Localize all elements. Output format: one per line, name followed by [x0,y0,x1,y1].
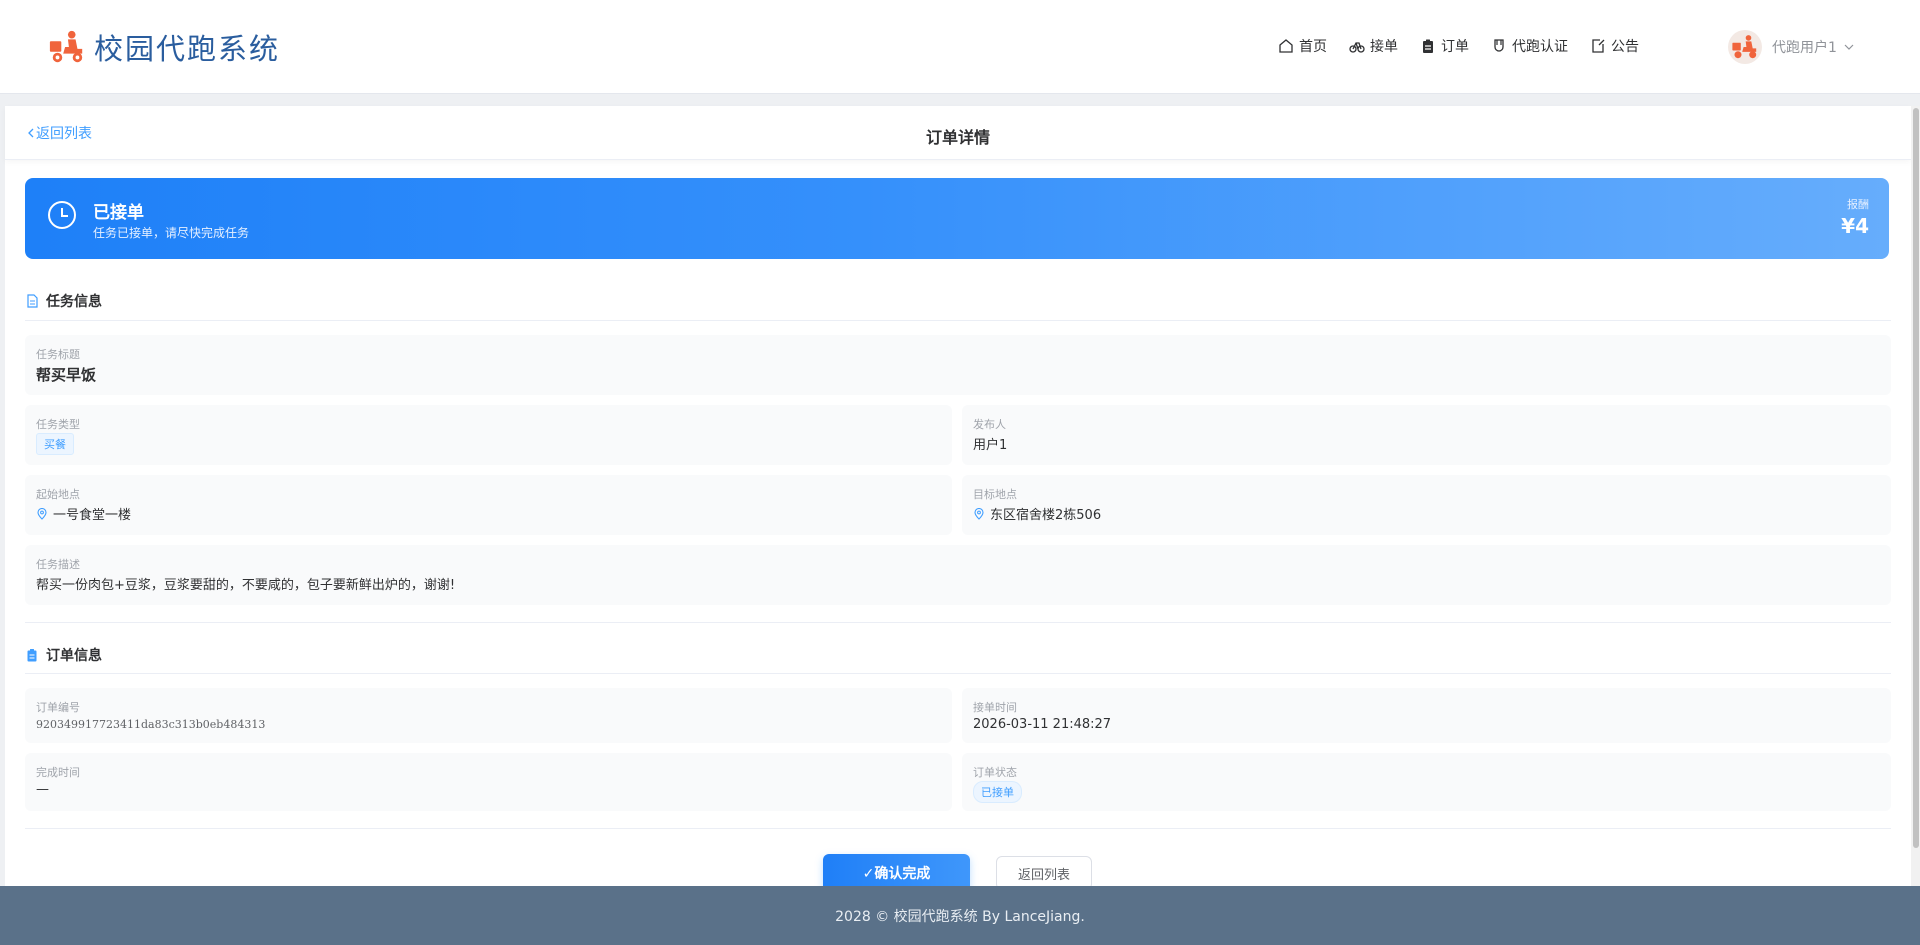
task-description-field: 任务描述 帮买一份肉包+豆浆，豆浆要甜的，不要咸的，包子要新鲜出炉的，谢谢! [25,545,1891,605]
clipboard-icon [27,649,37,662]
divider [25,320,1891,321]
document-icon [27,294,38,308]
home-icon [1279,39,1293,53]
start-location-text: 一号食堂一楼 [53,508,132,523]
task-type-value: 买餐 [36,433,74,455]
bike-icon [1349,42,1365,53]
start-location-field: 起始地点 一号食堂一楼 [25,475,952,535]
nav-label: 订单 [1441,39,1469,55]
status-title: 已接单 [93,203,144,223]
status-message: 任务已接单，请尽快完成任务 [93,226,250,240]
field-label: 任务描述 [36,558,80,571]
site-logo[interactable]: 校园代跑系统 [48,26,280,68]
order-status-field: 订单状态 已接单 [962,753,1891,811]
chevron-down-icon [1844,44,1854,50]
nav-item-runner-certify[interactable]: 代跑认证 [1491,36,1568,56]
clipboard-icon [1423,39,1433,53]
nav-item-notice[interactable]: 公告 [1590,36,1639,56]
location-pin-icon [974,507,984,520]
task-title-field: 任务标题 帮买早饭 [25,335,1891,395]
scrollbar-thumb[interactable] [1913,108,1919,848]
accept-time-field: 接单时间 2026-03-11 21:48:27 [962,688,1891,743]
status-banner: 已接单 任务已接单，请尽快完成任务 报酬 ¥4 [25,178,1889,259]
nav-label: 代跑认证 [1512,39,1568,55]
divider [25,673,1891,674]
order-status-value: 已接单 [973,781,1022,803]
detail-subheader: 返回列表 订单详情 [5,106,1911,160]
notice-icon [1592,39,1605,53]
user-avatar-icon [1732,35,1757,59]
section-title-text: 任务信息 [46,294,102,310]
target-location-field: 目标地点 东区宿舍楼2栋506 [962,475,1891,535]
page-title: 订单详情 [925,128,990,147]
field-label: 任务标题 [36,348,80,361]
task-type-field: 任务类型 买餐 [25,405,952,465]
start-location-value: 一号食堂一楼 [36,504,131,523]
publisher-value: 用户1 [973,438,1008,453]
nav-label: 接单 [1370,39,1398,55]
badge-icon [1494,39,1504,52]
accept-time-value: 2026-03-11 21:48:27 [973,717,1112,732]
fee-amount: ¥4 [1841,214,1869,238]
divider [25,622,1891,623]
order-detail-card: 返回列表 订单详情 已接单 任务已接单，请尽快完成任务 报酬 ¥4 任务信息 任… [5,106,1911,892]
nav-label: 首页 [1299,39,1327,55]
nav-item-home[interactable]: 首页 [1278,36,1327,56]
main-nav: 首页 接单 订单 代跑认证 公告 [1278,36,1661,56]
field-label: 订单状态 [973,766,1017,779]
field-label: 完成时间 [36,766,80,779]
task-title-value: 帮买早饭 [36,366,97,384]
user-menu[interactable]: 代跑用户1 [1728,30,1855,64]
task-type-tag: 买餐 [36,433,74,455]
nav-item-orders[interactable]: 订单 [1420,36,1469,56]
nav-item-take-order[interactable]: 接单 [1349,36,1398,56]
site-title: 校园代跑系统 [94,32,281,66]
footer-text: 2028 © 校园代跑系统 By LanceJiang. [835,908,1085,925]
field-label: 目标地点 [973,488,1017,501]
divider [25,828,1891,829]
section-title-text: 订单信息 [46,648,102,664]
finish-time-field: 完成时间 — [25,753,952,811]
task-description-value: 帮买一份肉包+豆浆，豆浆要甜的，不要咸的，包子要新鲜出炉的，谢谢! [36,578,456,593]
field-label: 发布人 [973,418,1006,431]
page-footer: 2028 © 校园代跑系统 By LanceJiang. [0,886,1920,945]
clock-icon [48,201,76,229]
target-location-value: 东区宿舍楼2栋506 [973,504,1101,523]
fee-label: 报酬 [1847,198,1869,211]
top-navbar: 校园代跑系统 首页 接单 订单 代跑认证 公告 代跑用户1 [0,0,1920,94]
publisher-field: 发布人 用户1 [962,405,1891,465]
target-location-text: 东区宿舍楼2栋506 [990,508,1102,523]
order-info-heading: 订单信息 [25,645,102,665]
delivery-scooter-icon [49,30,83,63]
field-label: 任务类型 [36,418,80,431]
order-number-field: 订单编号 920349917723411da83c313b0eb484313 [25,688,952,743]
nav-label: 公告 [1611,39,1639,55]
avatar [1728,30,1762,64]
field-label: 接单时间 [973,701,1017,714]
task-info-heading: 任务信息 [25,291,102,311]
back-to-list-button[interactable]: 返回列表 [996,856,1092,890]
user-name: 代跑用户1 [1772,40,1837,56]
status-badge: 已接单 [973,781,1022,803]
finish-time-value: — [36,782,49,797]
order-number-value: 920349917723411da83c313b0eb484313 [36,718,266,731]
field-label: 起始地点 [36,488,80,501]
field-label: 订单编号 [36,701,80,714]
location-pin-icon [37,507,47,520]
